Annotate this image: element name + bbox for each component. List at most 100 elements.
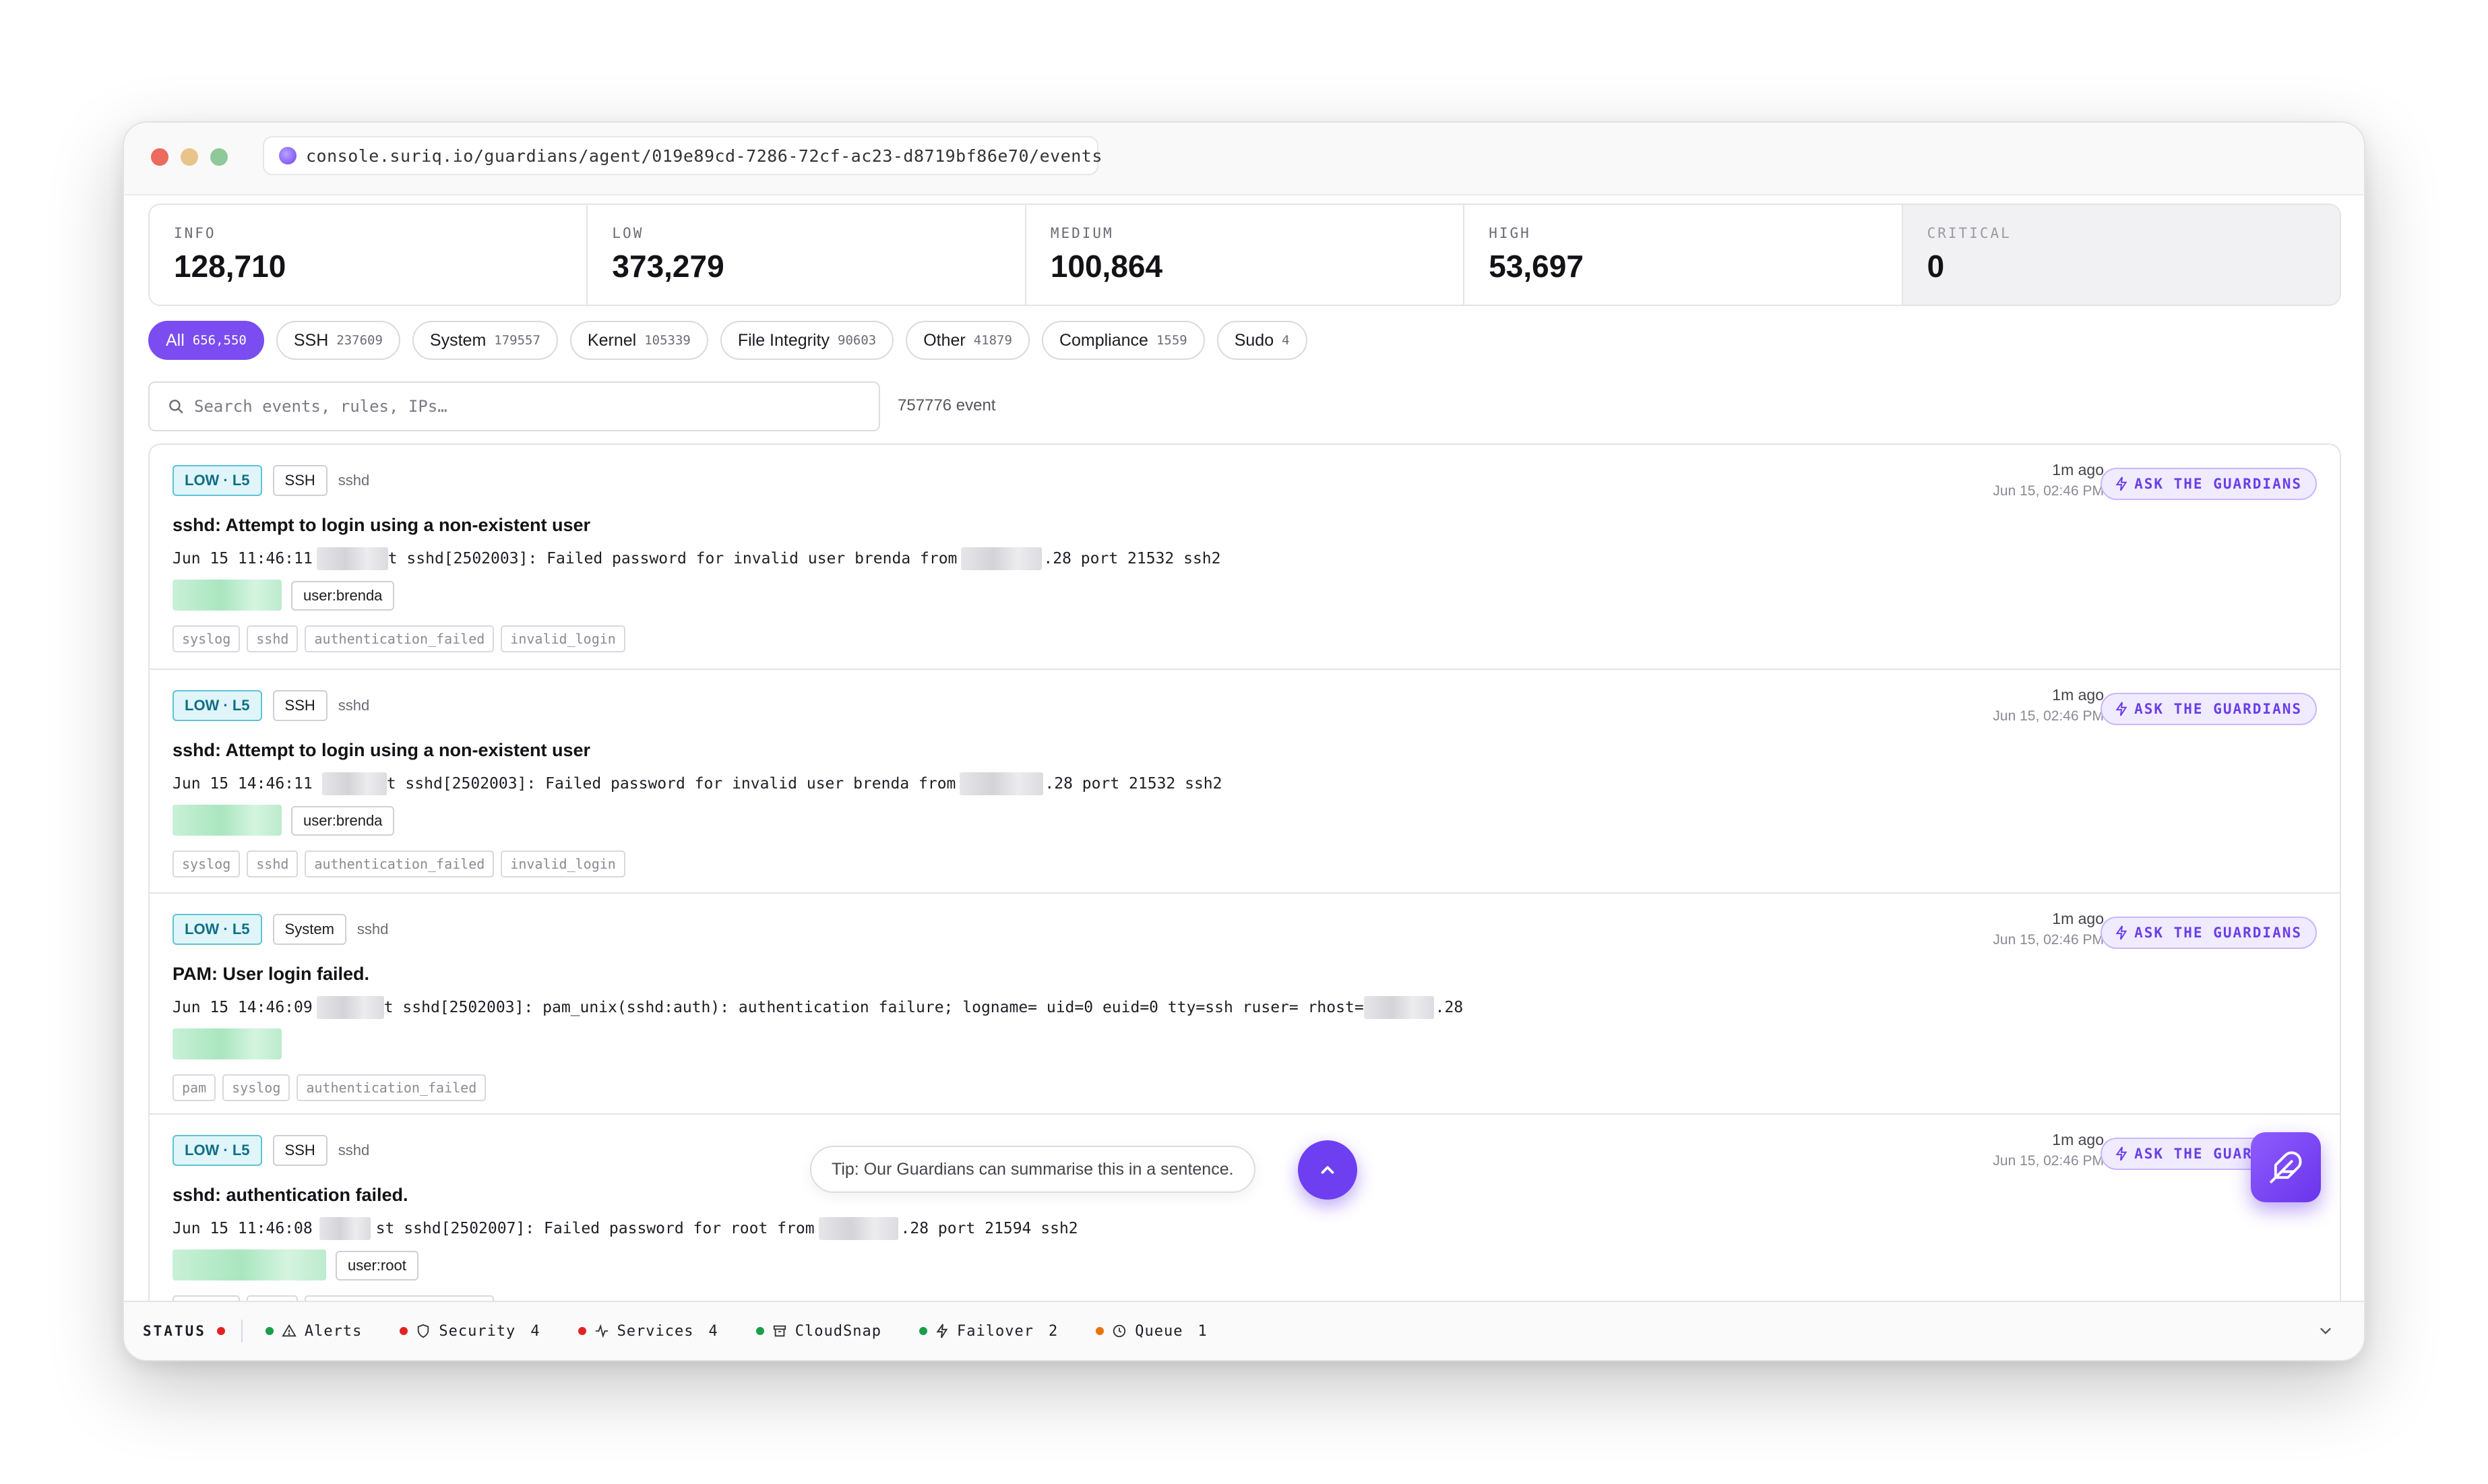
status-label: Failover <box>957 1322 1034 1340</box>
status-dot <box>1096 1327 1105 1335</box>
chip-count: 1559 <box>1156 333 1187 348</box>
tag[interactable]: sshd <box>247 851 299 877</box>
tag[interactable]: authentication_failed <box>305 625 495 652</box>
status-item-alerts[interactable]: Alerts <box>265 1323 362 1340</box>
chevron-down-icon[interactable] <box>2317 1322 2334 1340</box>
status-dot <box>265 1327 274 1335</box>
event-row[interactable]: LOW · L5 SSH sshd sshd: authentication f… <box>150 1115 2340 1302</box>
events-page: INFO 128,710 LOW 373,279 MEDIUM 100,864 HIG… <box>124 195 2364 1302</box>
maximize-window-button[interactable] <box>210 148 228 166</box>
guardians-assistant-button[interactable] <box>2251 1132 2321 1202</box>
redacted-ip-chip <box>173 1028 282 1059</box>
stat-value: 373,279 <box>612 249 724 284</box>
sparkle-bolt-icon <box>2115 476 2127 491</box>
triangle-alert-icon <box>282 1324 297 1337</box>
tag[interactable]: authentication_failed <box>305 851 495 877</box>
tag[interactable]: syslog <box>173 625 241 652</box>
status-item-cloudsnap[interactable]: CloudSnap <box>755 1323 881 1340</box>
ask-guardians-button[interactable]: ASK THE GUARDIANS <box>2101 693 2317 725</box>
tag[interactable]: syslog <box>173 851 241 877</box>
sparkle-bolt-icon <box>2115 702 2127 716</box>
redacted-ip <box>1363 996 1434 1019</box>
tag[interactable]: invalid_login <box>501 625 625 652</box>
filter-chip-system[interactable]: System 179557 <box>412 321 558 360</box>
archive-icon <box>773 1325 786 1337</box>
event-row[interactable]: LOW · L5 SSH sshd sshd: Attempt to login… <box>150 670 2340 894</box>
event-title: PAM: User login failed. <box>173 964 370 984</box>
stat-value: 128,710 <box>174 249 286 284</box>
activity-icon <box>595 1324 608 1338</box>
severity-badge: LOW · L5 <box>173 914 262 945</box>
close-window-button[interactable] <box>151 148 168 166</box>
user-tag[interactable]: user:brenda <box>291 581 395 611</box>
address-bar[interactable]: console.suriq.io/guardians/agent/019e89c… <box>263 136 1102 175</box>
filter-chip-all[interactable]: All 656,550 <box>148 321 264 360</box>
tag[interactable]: syslog <box>222 1074 290 1101</box>
redacted-host <box>316 996 384 1019</box>
stat-low[interactable]: LOW 373,279 <box>588 205 1026 305</box>
status-label: Queue <box>1135 1322 1183 1340</box>
status-item-failover[interactable]: Failover 2 <box>919 1323 1058 1340</box>
filter-chip-compliance[interactable]: Compliance 1559 <box>1041 321 1205 360</box>
filter-chip-kernel[interactable]: Kernel 105339 <box>569 321 708 360</box>
status-item-security[interactable]: Security 4 <box>400 1323 540 1340</box>
severity-stats: INFO 128,710 LOW 373,279 MEDIUM 100,864 HIG… <box>148 204 2341 306</box>
stat-label: MEDIUM <box>1050 225 1114 241</box>
chip-label: SSH <box>293 330 329 350</box>
feather-icon <box>2270 1151 2302 1183</box>
user-tag[interactable]: user:root <box>336 1251 418 1280</box>
category-badge: System <box>272 914 346 945</box>
log-timestamp: Jun 15 11:46:11 <box>173 550 313 567</box>
chip-label: File Integrity <box>737 330 830 350</box>
log-suffix: .28 port 21532 ssh2 <box>1043 550 1221 567</box>
sparkle-bolt-icon <box>2115 1146 2127 1161</box>
event-date: Jun 15, 02:46 PM <box>1993 483 2104 499</box>
search-input[interactable] <box>194 397 841 416</box>
log-suffix: .28 port 21594 ssh2 <box>900 1220 1078 1237</box>
filter-chip-file-integrity[interactable]: File Integrity 90603 <box>720 321 894 360</box>
stat-high[interactable]: HIGH 53,697 <box>1464 205 1903 305</box>
user-tag[interactable]: user:brenda <box>291 806 395 836</box>
tag[interactable]: sshd <box>247 625 299 652</box>
tag[interactable]: authentication_failed <box>297 1074 487 1101</box>
filter-chip-other[interactable]: Other 41879 <box>906 321 1030 360</box>
chevron-up-icon <box>1321 1166 1334 1174</box>
chip-label: Compliance <box>1059 330 1148 350</box>
redacted-host <box>319 1217 371 1240</box>
status-item-services[interactable]: Services 4 <box>578 1323 718 1340</box>
event-row[interactable]: LOW · L5 System sshd PAM: User login fai… <box>150 894 2340 1115</box>
ask-guardians-button[interactable]: ASK THE GUARDIANS <box>2101 468 2317 500</box>
log-timestamp: Jun 15 14:46:11 <box>173 775 313 793</box>
stat-label: HIGH <box>1489 225 1531 241</box>
ask-label: ASK THE GUARDIANS <box>2134 925 2302 941</box>
tag[interactable]: invalid_login <box>501 851 625 877</box>
event-source: sshd <box>356 921 389 937</box>
filter-chip-sudo[interactable]: Sudo 4 <box>1216 321 1307 360</box>
tag[interactable]: pam <box>173 1074 216 1101</box>
stat-medium[interactable]: MEDIUM 100,864 <box>1026 205 1465 305</box>
filter-chip-ssh[interactable]: SSH 237609 <box>276 321 400 360</box>
clock-icon <box>1113 1324 1126 1338</box>
log-suffix: .28 port 21532 ssh2 <box>1045 775 1222 793</box>
redacted-host <box>321 772 387 795</box>
minimize-window-button[interactable] <box>181 148 198 166</box>
log-timestamp: Jun 15 11:46:08 <box>173 1220 313 1237</box>
status-item-queue[interactable]: Queue 1 <box>1096 1323 1207 1340</box>
ask-guardians-button[interactable]: ASK THE GUARDIANS <box>2101 917 2317 949</box>
chip-count: 4 <box>1282 333 1290 348</box>
redacted-ip <box>818 1217 898 1240</box>
status-label: Security <box>439 1322 516 1340</box>
status-label: Services <box>617 1322 694 1340</box>
event-row[interactable]: LOW · L5 SSH sshd sshd: Attempt to login… <box>150 445 2340 670</box>
event-date: Jun 15, 02:46 PM <box>1993 932 2104 948</box>
event-tags: syslog sshd authentication_failed invali… <box>173 625 625 652</box>
chip-count: 179557 <box>494 333 540 348</box>
stat-value: 0 <box>1927 249 1945 284</box>
search-icon <box>169 400 183 414</box>
stat-critical[interactable]: CRITICAL 0 <box>1902 205 2340 305</box>
scroll-to-top-button[interactable] <box>1298 1140 1357 1200</box>
log-message: t sshd[2502003]: pam_unix(sshd:auth): au… <box>383 999 1364 1016</box>
stat-info[interactable]: INFO 128,710 <box>150 205 588 305</box>
browser-window: console.suriq.io/guardians/agent/019e89c… <box>123 121 2365 1361</box>
redacted-ip <box>961 547 1043 570</box>
